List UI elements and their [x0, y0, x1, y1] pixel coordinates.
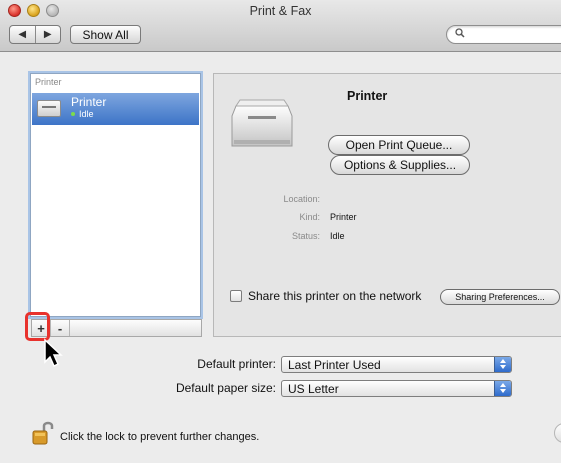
printer-detail-name: Printer — [347, 89, 388, 103]
default-paper-value: US Letter — [288, 381, 339, 396]
print-fax-window: Print & Fax ◀ ▶ Show All Printer Printer… — [0, 0, 561, 463]
status-value: Idle — [330, 231, 345, 241]
search-field[interactable] — [446, 25, 561, 44]
printer-large-icon — [231, 99, 293, 147]
popup-arrows-icon — [494, 381, 511, 396]
search-icon — [455, 28, 465, 41]
printer-item-status: Idle — [79, 109, 94, 119]
printer-list-item[interactable]: Printer Idle — [32, 93, 199, 125]
forward-icon[interactable]: ▶ — [36, 26, 61, 43]
highlight-annotation — [25, 312, 50, 341]
default-paper-label: Default paper size: — [175, 381, 276, 395]
share-printer-option[interactable]: Share this printer on the network — [230, 289, 421, 303]
options-supplies-button[interactable]: Options & Supplies... — [330, 155, 470, 175]
help-button[interactable] — [554, 423, 561, 443]
default-printer-value: Last Printer Used — [288, 357, 381, 372]
printer-list-header: Printer — [35, 77, 62, 87]
share-label: Share this printer on the network — [248, 289, 422, 303]
default-printer-label: Default printer: — [197, 357, 276, 371]
add-remove-bar: + - — [31, 319, 202, 337]
remove-printer-button[interactable]: - — [51, 320, 70, 336]
popup-arrows-icon — [494, 357, 511, 372]
status-dot-icon — [71, 112, 75, 116]
default-paper-select[interactable]: US Letter — [281, 380, 512, 397]
lock-message: Click the lock to prevent further change… — [60, 431, 260, 443]
lock-icon[interactable] — [32, 420, 54, 446]
printer-item-name: Printer — [71, 95, 107, 109]
back-icon[interactable]: ◀ — [10, 26, 36, 43]
mouse-pointer-icon — [44, 338, 63, 368]
printer-icon — [37, 100, 61, 117]
printer-list[interactable]: Printer Printer Idle — [30, 73, 201, 317]
window-title: Print & Fax — [249, 4, 312, 18]
printer-detail-pane: Printer Open Print Queue... Options & Su… — [213, 73, 561, 337]
default-printer-select[interactable]: Last Printer Used — [281, 356, 512, 373]
kind-value: Printer — [330, 212, 357, 222]
back-forward-control: ◀ ▶ — [9, 25, 61, 44]
sharing-preferences-button[interactable]: Sharing Preferences... — [440, 289, 560, 305]
open-print-queue-button[interactable]: Open Print Queue... — [328, 135, 470, 155]
share-checkbox[interactable] — [230, 290, 242, 302]
show-all-button[interactable]: Show All — [70, 25, 141, 44]
title-toolbar: Print & Fax ◀ ▶ Show All — [0, 0, 561, 52]
